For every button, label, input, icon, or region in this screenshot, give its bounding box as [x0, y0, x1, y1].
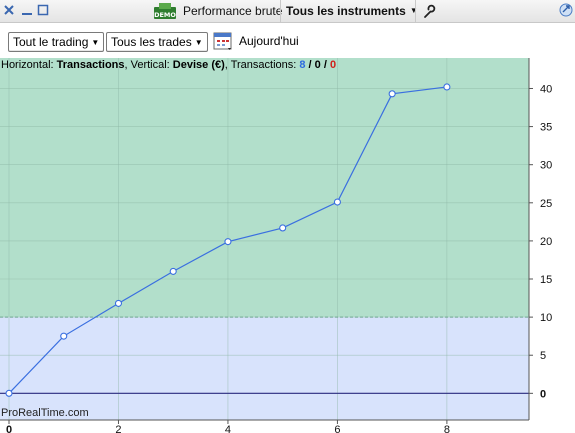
data-point — [333, 198, 341, 206]
horizontal-axis-name: Transactions — [56, 59, 125, 71]
x-tick-label: 8 — [444, 424, 450, 433]
info-prefix: Horizontal: — [1, 59, 57, 71]
info-mid: , Vertical: — [124, 59, 173, 71]
transactions-negative: 0 — [329, 59, 337, 71]
vertical-axis-name: Devise (€) — [172, 59, 225, 71]
y-tick-label: 35 — [540, 122, 552, 134]
info-count-prefix: , Transactions: — [224, 59, 300, 71]
y-tick-label: 25 — [540, 198, 552, 210]
info-sep: / — [305, 59, 315, 71]
data-point — [388, 90, 396, 98]
x-tick-label: 0 — [6, 424, 12, 433]
y-tick-label: 10 — [540, 312, 552, 324]
y-tick-label: 30 — [540, 160, 552, 172]
y-axis: 0 5 10 15 20 25 30 35 40 — [529, 83, 552, 400]
data-point — [114, 299, 123, 307]
x-axis: 0 2 4 6 8 — [6, 420, 450, 433]
data-point — [443, 83, 451, 91]
x-tick-label: 6 — [334, 424, 340, 433]
y-tick-label: 0 — [540, 388, 546, 400]
y-tick-label: 40 — [540, 83, 552, 95]
data-point — [279, 224, 287, 232]
profit-zone — [0, 58, 529, 318]
y-tick-label: 15 — [540, 274, 552, 286]
data-point — [5, 389, 13, 397]
y-tick-label: 20 — [540, 236, 552, 248]
watermark: ProRealTime.com — [1, 407, 89, 419]
x-tick-label: 4 — [225, 424, 231, 433]
base-zone — [0, 317, 529, 420]
data-point — [60, 332, 68, 340]
info-sep: / — [320, 59, 330, 71]
chart-info-line: Horizontal: Transactions, Vertical: Devi… — [1, 59, 336, 71]
y-tick-label: 5 — [540, 350, 546, 362]
x-tick-label: 2 — [115, 424, 121, 433]
data-point — [169, 267, 177, 275]
data-point — [224, 238, 232, 246]
